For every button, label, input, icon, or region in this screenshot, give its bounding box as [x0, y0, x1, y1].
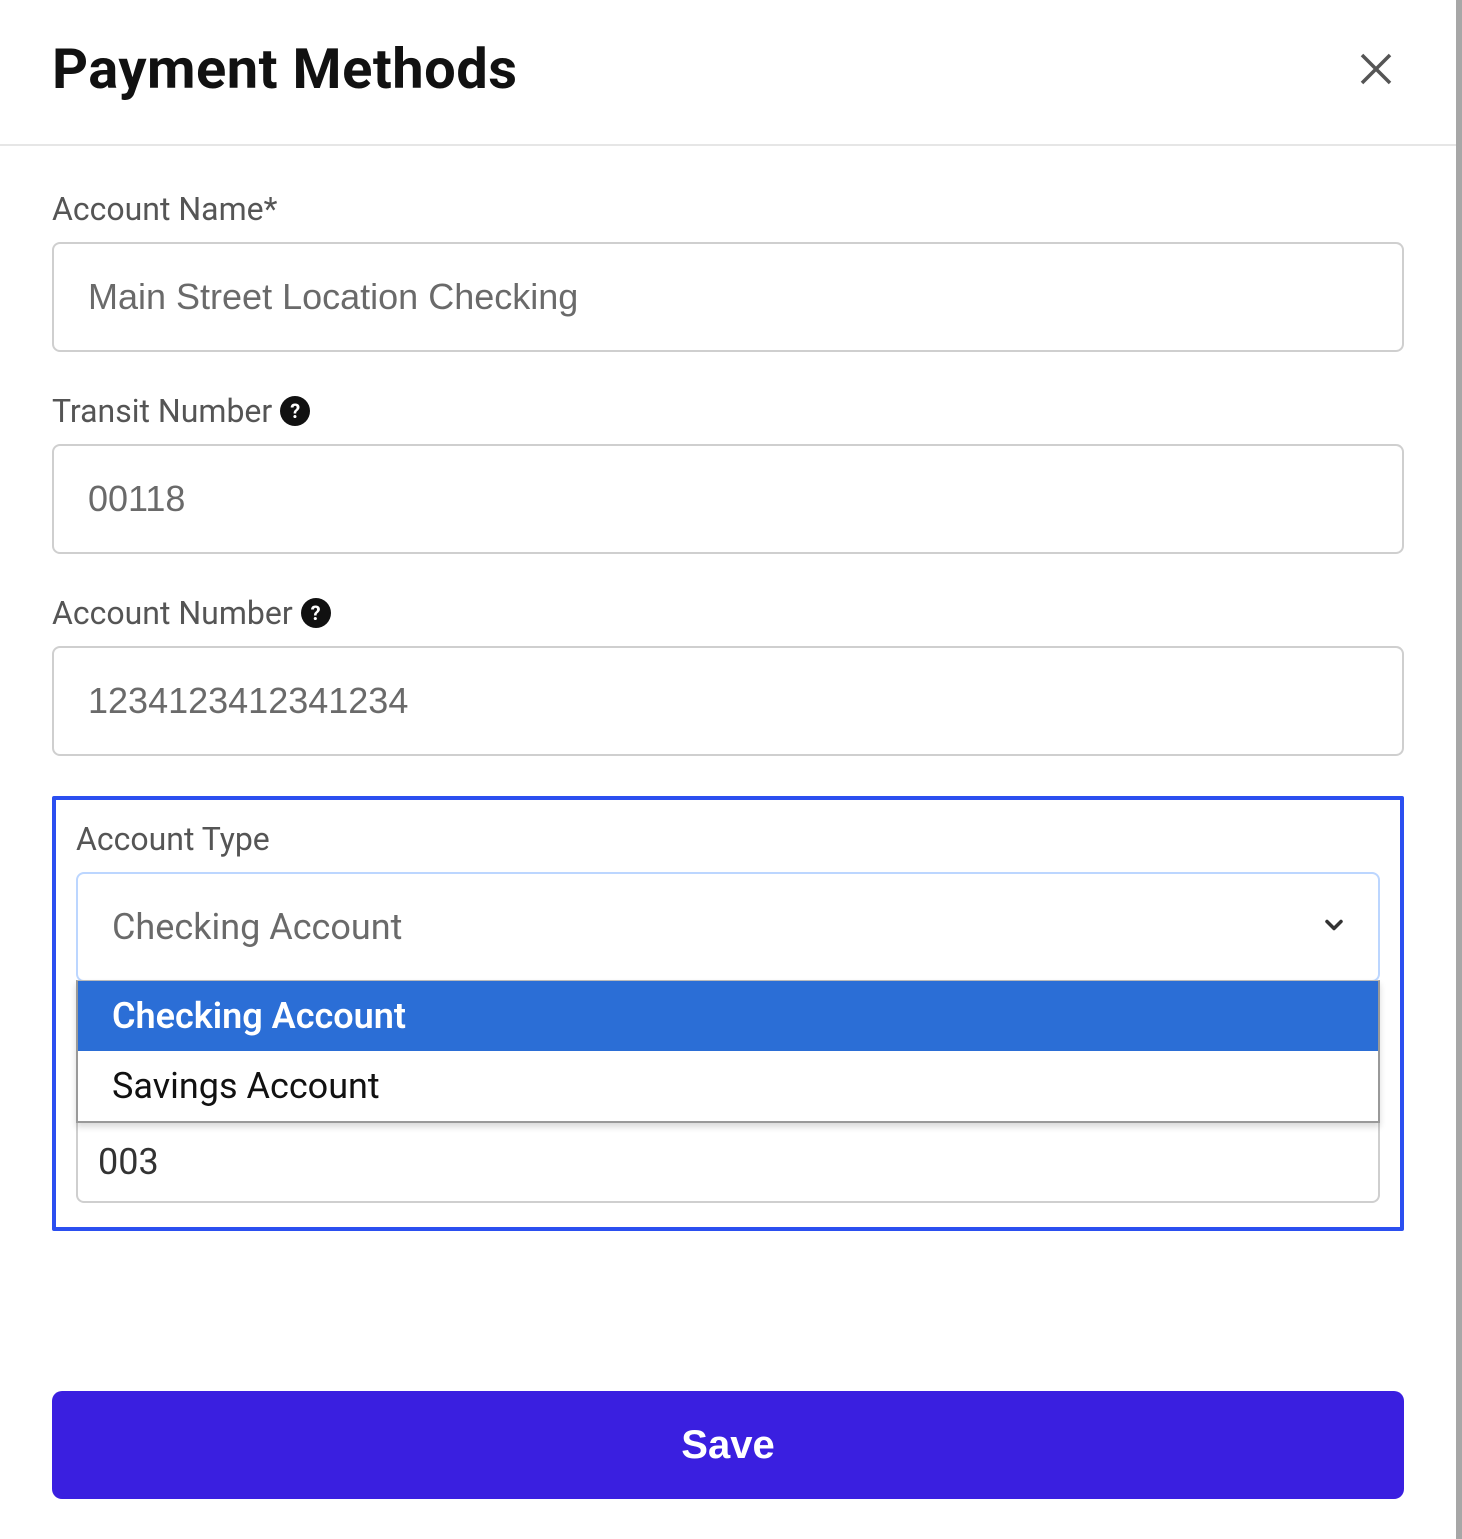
account-number-input[interactable] [52, 646, 1404, 756]
modal-header: Payment Methods [0, 0, 1456, 146]
help-icon[interactable]: ? [280, 396, 310, 426]
chevron-down-icon [1320, 906, 1348, 948]
field-transit-number: Transit Number ? [52, 392, 1404, 554]
close-icon [1356, 49, 1396, 89]
account-type-label: Account Type [76, 820, 1380, 858]
account-type-highlight: Account Type Checking Account Checking A… [52, 796, 1404, 1231]
transit-number-input[interactable] [52, 444, 1404, 554]
field-account-name: Account Name* [52, 190, 1404, 352]
partially-covered-input-value[interactable]: 003 [76, 1123, 1380, 1203]
field-account-type: Account Type Checking Account Checking A… [76, 820, 1380, 1203]
account-type-dropdown: Checking Account Savings Account [76, 980, 1380, 1123]
field-account-number: Account Number ? [52, 594, 1404, 756]
transit-number-label-row: Transit Number ? [52, 392, 1404, 430]
help-icon[interactable]: ? [301, 598, 331, 628]
dropdown-option-checking[interactable]: Checking Account [78, 981, 1378, 1051]
account-name-input[interactable] [52, 242, 1404, 352]
save-button[interactable]: Save [52, 1391, 1404, 1499]
transit-number-label: Transit Number [52, 392, 272, 430]
modal-title: Payment Methods [52, 36, 518, 102]
dropdown-option-savings[interactable]: Savings Account [78, 1051, 1378, 1121]
account-name-label: Account Name* [52, 190, 1404, 228]
account-number-label-row: Account Number ? [52, 594, 1404, 632]
account-type-select[interactable]: Checking Account [76, 872, 1380, 982]
account-number-label: Account Number [52, 594, 293, 632]
modal-body: Account Name* Transit Number ? Account N… [0, 146, 1456, 1271]
account-type-selected-value: Checking Account [112, 906, 402, 948]
modal-footer: Save [0, 1391, 1456, 1539]
close-button[interactable] [1348, 41, 1404, 97]
payment-methods-modal: Payment Methods Account Name* Transit Nu… [0, 0, 1462, 1539]
